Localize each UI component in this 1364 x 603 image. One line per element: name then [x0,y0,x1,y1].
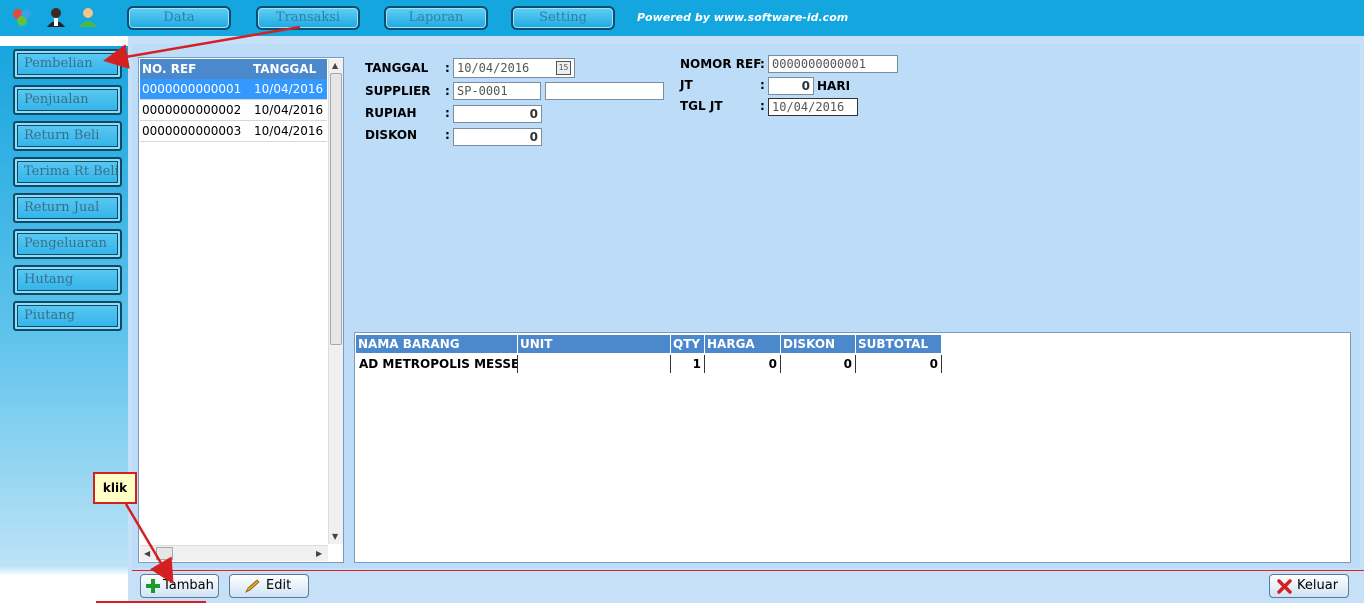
supplier-colon: : [445,84,450,98]
grid-cell-qty[interactable]: 1 [671,355,705,373]
scroll-up-icon[interactable]: ▲ [332,61,338,71]
tambah-button[interactable]: Tambah [140,574,219,598]
sidebar-item-terima-rt-beli[interactable]: Terima Rt Beli [13,157,122,187]
grid-header-harga[interactable]: HARGA [705,335,781,353]
supplier-label: SUPPLIER [365,84,431,98]
list-cell-date: 10/04/2016 [254,103,324,117]
list-cell-ref: 0000000000001 [142,82,242,96]
tgl-jt-label: TGL JT [680,99,723,113]
nomor-ref-colon: : [760,57,765,71]
sidebar-item-penjualan[interactable]: Penjualan [13,85,122,115]
scroll-down-icon[interactable]: ▼ [332,532,338,542]
tanggal-value: 10/04/2016 [457,61,530,75]
pencil-icon [245,579,260,593]
diskon-field[interactable]: 0 [453,128,542,146]
scroll-left-icon[interactable]: ◀ [144,549,150,559]
grid-header-diskon[interactable]: DISKON [781,335,856,353]
sidebar-item-piutang[interactable]: Piutang [13,301,122,331]
grid-cell-harga[interactable]: 0 [705,355,781,373]
tgl-jt-field[interactable]: 10/04/2016 [768,98,858,116]
list-header-no-ref[interactable]: NO. REF [140,59,251,79]
menu-setting[interactable]: Setting [511,6,615,30]
list-row[interactable]: 0000000000003 10/04/2016 [140,121,327,142]
grid-header-subtotal[interactable]: SUBTOTAL [856,335,942,353]
supplier-name-field[interactable] [545,82,664,100]
plus-icon [146,579,160,593]
list-cell-date: 10/04/2016 [254,82,324,96]
rupiah-colon: : [445,106,450,120]
close-icon [1277,579,1292,594]
list-cell-ref: 0000000000003 [142,124,242,138]
jt-label: JT [680,78,693,92]
sidebar-item-pembelian[interactable]: Pembelian [13,49,122,79]
grid-cell-unit[interactable] [518,355,671,373]
list-row[interactable]: 0000000000001 10/04/2016 [140,79,327,100]
edit-button[interactable]: Edit [229,574,309,598]
detail-grid[interactable]: NAMA BARANG UNIT QTY HARGA DISKON SUBTOT… [354,332,1351,563]
list-vertical-scroll-thumb[interactable] [330,73,342,345]
calendar-icon[interactable]: 15 [556,61,571,75]
list-header-tanggal[interactable]: TANGGAL [251,59,327,79]
list-cell-ref: 0000000000002 [142,103,242,117]
bottom-bar [132,570,1364,603]
grid-header-unit[interactable]: UNIT [518,335,671,353]
menu-data[interactable]: Data [127,6,231,30]
list-vertical-scrollbar[interactable]: ▲ ▼ [328,59,343,544]
sidebar-item-pengeluaran[interactable]: Pengeluaran [13,229,122,259]
grid-cell-diskon[interactable]: 0 [781,355,856,373]
keluar-label: Keluar [1297,578,1339,593]
powered-by-text: Powered by www.software-id.com [637,11,849,24]
ref-list[interactable]: NO. REF TANGGAL 0000000000001 10/04/2016… [138,57,344,563]
user-dark-icon[interactable] [45,6,67,28]
tgl-jt-colon: : [760,99,765,113]
tambah-label: Tambah [163,578,214,593]
list-horizontal-scroll-thumb[interactable] [156,547,173,560]
users-group-icon[interactable] [11,6,33,28]
nomor-ref-field[interactable]: 0000000000001 [768,55,898,73]
user-green-icon[interactable] [77,6,99,28]
menu-laporan[interactable]: Laporan [384,6,488,30]
list-cell-date: 10/04/2016 [254,124,324,138]
jt-unit-label: HARI [817,79,851,93]
tanggal-date-picker[interactable]: 10/04/2016 15 [453,58,575,78]
edit-label: Edit [266,578,292,593]
top-toolbar: Data Transaksi Laporan Setting Powered b… [0,0,1364,36]
keluar-button[interactable]: Keluar [1269,574,1349,598]
diskon-label: DISKON [365,128,418,142]
sidebar-item-return-beli[interactable]: Return Beli [13,121,122,151]
rupiah-label: RUPIAH [365,106,417,120]
grid-header-nama-barang[interactable]: NAMA BARANG [356,335,518,353]
grid-cell-subtotal[interactable]: 0 [856,355,942,373]
jt-field[interactable]: 0 [768,77,814,95]
tanggal-label: TANGGAL [365,61,429,75]
scroll-right-icon[interactable]: ▶ [316,549,322,559]
diskon-colon: : [445,128,450,142]
jt-colon: : [760,78,765,92]
grid-header-qty[interactable]: QTY [671,335,705,353]
rupiah-field[interactable]: 0 [453,105,542,123]
grid-cell-nama-barang[interactable]: AD METROPOLIS MESSENG [356,355,518,373]
klik-callout: klik [93,472,137,504]
sidebar-item-hutang[interactable]: Hutang [13,265,122,295]
supplier-code-field[interactable]: SP-0001 [453,82,541,100]
sidebar-item-return-jual[interactable]: Return Jual [13,193,122,223]
menu-transaksi[interactable]: Transaksi [256,6,360,30]
list-row[interactable]: 0000000000002 10/04/2016 [140,100,327,121]
tanggal-colon: : [445,61,450,75]
list-horizontal-scrollbar[interactable]: ◀ ▶ [140,545,328,561]
nomor-ref-label: NOMOR REF [680,57,762,71]
